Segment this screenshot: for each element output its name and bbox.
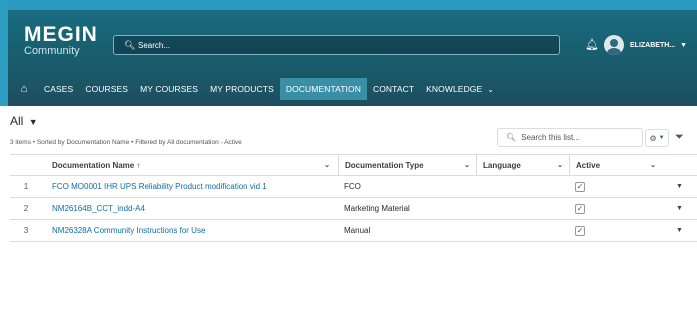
documentation-type-value: FCO (344, 182, 361, 191)
header-top-band (8, 0, 697, 10)
gear-icon: ⚙︎ (649, 133, 657, 143)
nav-item-documentation[interactable]: DOCUMENTATION (279, 78, 367, 100)
list-search-placeholder: Search this list... (521, 133, 580, 142)
active-checkbox: ✓ (575, 225, 585, 236)
home-icon[interactable]: ⌂ (10, 83, 38, 95)
documentation-name-link[interactable]: FCO MO0001 IHR UPS Reliability Product m… (52, 182, 267, 191)
column-header-documentation-type[interactable]: Documentation Type ⌄ (338, 155, 476, 175)
nav-item-knowledge[interactable]: KNOWLEDGE ⌄ (420, 78, 500, 100)
list-view: All ▼ 3 items • Sorted by Documentation … (0, 106, 697, 323)
list-settings-button[interactable]: ⚙︎ ▼ (645, 129, 669, 147)
chevron-down-icon[interactable]: ⌄ (464, 161, 470, 169)
documentation-type-value: Marketing Material (344, 204, 410, 213)
column-header-active[interactable]: Active ⌄ (569, 155, 662, 175)
chevron-down-icon[interactable]: ⌄ (650, 161, 656, 169)
logo-text-megin: MEGIN (24, 23, 98, 46)
documentation-name-link[interactable]: NM26164B_CCT_indd-A4 (52, 204, 145, 213)
active-checkbox: ✓ (575, 203, 585, 214)
active-checkbox: ✓ (575, 181, 585, 192)
nav-item-cases[interactable]: CASES (38, 78, 79, 100)
documentation-name-link[interactable]: NM26328A Community Instructions for Use (52, 226, 205, 235)
search-icon: 🔍︎ (506, 133, 517, 142)
sort-ascending-icon: ↑ (136, 160, 141, 170)
nav-item-courses[interactable]: COURSES (79, 78, 134, 100)
nav-item-contact[interactable]: CONTACT (367, 78, 420, 100)
table-row: 1 FCO MO0001 IHR UPS Reliability Product… (10, 176, 697, 198)
chevron-down-icon: ▼ (28, 117, 38, 127)
table-row: 2 NM26164B_CCT_indd-A4 Marketing Materia… (10, 198, 697, 220)
logo-text-community: Community (24, 45, 80, 57)
megin-logo[interactable]: MEGIN Community (24, 23, 98, 58)
nav-item-knowledge-label: KNOWLEDGE (426, 84, 483, 94)
list-view-selector[interactable]: All ▼ (10, 114, 38, 128)
column-label-documentation-name: Documentation Name (52, 160, 135, 170)
row-number: 2 (23, 204, 29, 213)
row-actions-dropdown-icon[interactable]: ▼ (676, 205, 683, 212)
column-header-language[interactable]: Language ⌄ (476, 155, 569, 175)
filter-icon[interactable]: ⏷ (675, 131, 687, 145)
table-row: 3 NM26328A Community Instructions for Us… (10, 220, 697, 242)
list-search-input[interactable]: 🔍︎ Search this list... (497, 128, 643, 147)
user-name: ELIZABETH... (630, 41, 676, 49)
chevron-down-icon[interactable]: ⌄ (557, 161, 563, 169)
list-view-name: All (10, 114, 24, 128)
table-header: Documentation Name ↑ ⌄ Documentation Typ… (10, 154, 697, 176)
row-number: 1 (23, 182, 29, 191)
row-number: 3 (23, 226, 29, 235)
list-meta-info: 3 items • Sorted by Documentation Name •… (10, 139, 242, 146)
column-label-language: Language (483, 160, 521, 170)
nav-item-my-courses[interactable]: MY COURSES (134, 78, 204, 100)
chevron-down-icon: ▼ (680, 41, 688, 49)
documentation-type-value: Manual (344, 226, 371, 235)
row-actions-dropdown-icon[interactable]: ▼ (676, 227, 683, 234)
chevron-down-icon: ▼ (658, 135, 665, 141)
search-icon: 🔍︎ (124, 39, 136, 50)
column-label-documentation-type: Documentation Type (345, 160, 424, 170)
global-search-placeholder: Search... (138, 40, 171, 50)
column-header-documentation-name[interactable]: Documentation Name ↑ ⌄ (42, 161, 338, 170)
user-menu[interactable]: ELIZABETH... ▼ (604, 35, 687, 55)
documentation-table: Documentation Name ↑ ⌄ Documentation Typ… (10, 154, 697, 242)
row-actions-dropdown-icon[interactable]: ▼ (676, 183, 683, 190)
bell-icon[interactable]: 🔔︎ (585, 38, 599, 51)
avatar (604, 35, 624, 55)
main-nav: ⌂ CASES COURSES MY COURSES MY PRODUCTS D… (8, 78, 500, 100)
site-header: MEGIN Community 🔍︎ Search... 🔔︎ ELIZABET… (8, 0, 697, 106)
chevron-down-icon: ⌄ (487, 84, 495, 94)
column-label-active: Active (576, 160, 601, 170)
nav-item-my-products[interactable]: MY PRODUCTS (204, 78, 280, 100)
global-search-input[interactable]: 🔍︎ Search... (113, 35, 560, 55)
chevron-down-icon[interactable]: ⌄ (324, 161, 330, 169)
